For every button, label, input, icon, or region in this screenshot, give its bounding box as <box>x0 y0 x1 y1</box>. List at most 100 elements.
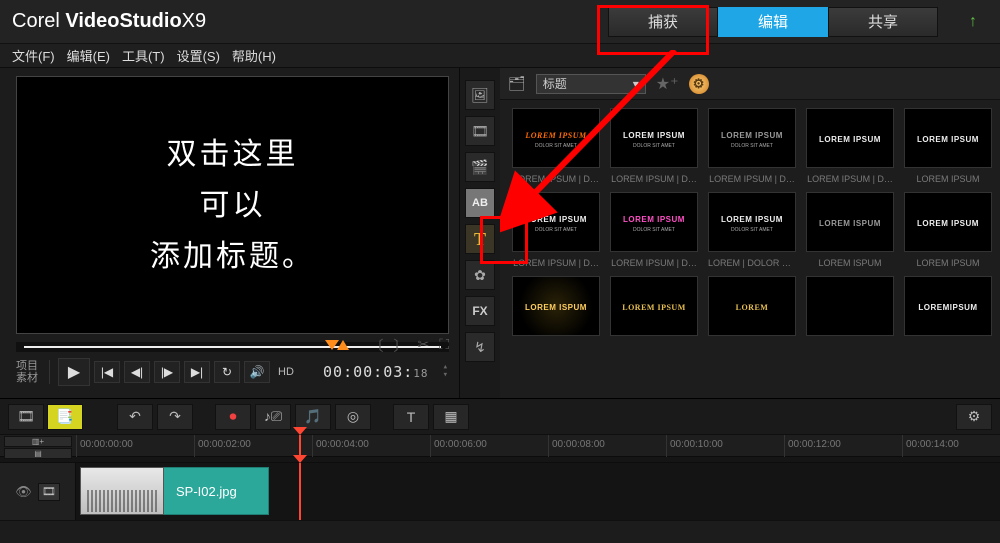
mark-in-icon[interactable]: 〔 <box>369 336 383 356</box>
title-template-caption: LOREM IPSUM <box>904 174 992 184</box>
undo-button[interactable]: ↶ <box>117 404 153 430</box>
title-template-caption: LOREM IPSUM | D… <box>512 258 600 268</box>
menu-file[interactable]: 文件(F) <box>12 46 55 65</box>
tab-edit[interactable]: 编辑 <box>718 7 828 37</box>
next-frame-button[interactable]: |▶ <box>154 361 180 383</box>
play-button[interactable]: ▶ <box>58 358 90 386</box>
preview-scrubber[interactable]: 〔 〕 ✂ ⛶ <box>16 342 449 352</box>
titlebar: Corel VideoStudioX9 捕获 编辑 共享 ↑ <box>0 0 1000 44</box>
menu-edit[interactable]: 编辑(E) <box>67 46 110 65</box>
title-template-thumb[interactable]: LOREM IPSUMDOLOR SIT AMET <box>708 192 796 252</box>
library-category-combo[interactable]: 标题▾ <box>536 74 646 94</box>
title-template-thumb[interactable]: LOREM IPSUM <box>610 276 698 336</box>
playback-controls: 项目 素材 ▶ |◀ ◀| |▶ ▶| ↻ 🔊 HD 00:00:03:18 ▴… <box>16 358 449 386</box>
add-track-button[interactable]: ▥+ <box>4 436 72 447</box>
ruler-mark: 00:00:02:00 <box>194 435 251 457</box>
video-track-header[interactable]: 👁 🎞 <box>0 463 76 520</box>
title-template-thumb[interactable]: LOREM IPSUMDOLOR SIT AMET <box>512 192 600 252</box>
menubar: 文件(F) 编辑(E) 工具(T) 设置(S) 帮助(H) <box>0 44 1000 68</box>
video-track: 👁 🎞 SP-I02.jpg <box>0 463 1000 521</box>
menu-settings[interactable]: 设置(S) <box>177 46 220 65</box>
tab-share[interactable]: 共享 <box>828 7 938 37</box>
repeat-button[interactable]: ↻ <box>214 361 240 383</box>
timeline-settings-button[interactable]: ⚙ <box>956 404 992 430</box>
scrubber-markout[interactable] <box>337 340 349 350</box>
brand-videostudio: VideoStudio <box>65 10 181 32</box>
ruler-mark: 00:00:06:00 <box>430 435 487 457</box>
title-template-thumb[interactable]: LOREM IPSUM <box>806 108 894 168</box>
title-template-thumb[interactable]: LOREM IPSUM <box>904 192 992 252</box>
title-template-thumb[interactable]: LOREM IPSUMDOLOR SIT AMET <box>610 108 698 168</box>
rail-title-icon[interactable]: T <box>465 224 495 254</box>
clip-thumbnail <box>80 467 164 515</box>
preview-monitor[interactable]: 双击这里 可以 添加标题。 <box>16 76 449 334</box>
menu-help[interactable]: 帮助(H) <box>232 46 276 65</box>
volume-button[interactable]: 🔊 <box>244 361 270 383</box>
title-template-thumb[interactable] <box>806 276 894 336</box>
video-track-body[interactable]: SP-I02.jpg <box>76 463 1000 520</box>
gallery-icon[interactable]: 🗂 <box>508 75 526 92</box>
timeline-clip[interactable]: SP-I02.jpg <box>80 467 269 515</box>
title-template-thumb[interactable]: LOREM <box>708 276 796 336</box>
ruler-mark: 00:00:10:00 <box>666 435 723 457</box>
subtitle-button[interactable]: T <box>393 404 429 430</box>
menu-tools[interactable]: 工具(T) <box>122 46 165 65</box>
rail-graphic-icon[interactable]: ✿ <box>465 260 495 290</box>
title-template-thumb[interactable]: LOREM ISPUM <box>512 276 600 336</box>
rail-path-icon[interactable]: ↯ <box>465 332 495 362</box>
title-template-thumb[interactable]: LOREM IPSUM <box>904 108 992 168</box>
multicam-button[interactable]: ▦ <box>433 404 469 430</box>
go-start-button[interactable]: |◀ <box>94 361 120 383</box>
timecode-display[interactable]: 00:00:03:18 ▴▾ <box>323 363 449 381</box>
title-template-thumb[interactable]: LOREM IPSUMDOLOR SIT AMET <box>610 192 698 252</box>
expand-icon[interactable]: ⛶ <box>439 336 449 356</box>
track-visibility-icon[interactable]: 👁 <box>15 484 32 500</box>
title-template-thumb[interactable]: LOREM IPSUMDOLOR SIT AMET <box>512 108 600 168</box>
timeline-ruler[interactable]: 00:00:00:00 00:00:02:00 00:00:04:00 00:00:0… <box>76 435 1000 457</box>
title-template-caption: LOREM IPSUM | D… <box>708 174 796 184</box>
playback-mode[interactable]: 项目 素材 <box>16 360 50 384</box>
storyboard-view-button[interactable]: 🎞 <box>8 404 44 430</box>
tab-capture[interactable]: 捕获 <box>608 7 718 37</box>
title-template-thumb[interactable]: LOREM ISPUM <box>806 192 894 252</box>
rail-instant-icon[interactable]: 🎞 <box>465 116 495 146</box>
title-template-thumb[interactable]: LOREM IPSUMDOLOR SIT AMET <box>708 108 796 168</box>
rail-media-icon[interactable]: 🖼 <box>465 80 495 110</box>
rail-transition-icon[interactable]: AB <box>465 188 495 218</box>
title-template-caption: LOREM IPSUM | D… <box>610 174 698 184</box>
ruler-mark: 00:00:12:00 <box>784 435 841 457</box>
options-gear-icon[interactable]: ⚙ <box>689 74 709 94</box>
record-button[interactable]: ⏺ <box>215 404 251 430</box>
ruler-mark: 00:00:00:00 <box>76 435 133 457</box>
track-manager-button[interactable]: ▤ <box>4 448 72 459</box>
title-template-caption: LOREM ISPUM <box>806 258 894 268</box>
library-thumbnail-grid: LOREM IPSUMDOLOR SIT AMETLOREM IPSUMDOLO… <box>500 100 1000 350</box>
cut-icon[interactable]: ✂ <box>417 336 429 356</box>
audio-mixer-button[interactable]: ♪⎚ <box>255 404 291 430</box>
prev-frame-button[interactable]: ◀| <box>124 361 150 383</box>
go-end-button[interactable]: ▶| <box>184 361 210 383</box>
rail-fx-icon[interactable]: FX <box>465 296 495 326</box>
track-motion-button[interactable]: ◎ <box>335 404 371 430</box>
timeline-view-button[interactable]: 📑 <box>47 404 83 430</box>
upload-icon[interactable]: ↑ <box>958 7 988 37</box>
title-template-thumb[interactable]: LOREMIPSUM <box>904 276 992 336</box>
timeline-playhead[interactable] <box>299 435 301 457</box>
library-toolbar: 🗂 标题▾ ★⁺ ⚙ <box>500 68 1000 100</box>
favorite-icon[interactable]: ★⁺ <box>656 74 679 94</box>
app-brand: Corel VideoStudioX9 <box>12 10 206 33</box>
title-placeholder-text: 双击这里 可以 添加标题。 <box>150 129 315 282</box>
rail-filmstrip-icon[interactable]: 🎬 <box>465 152 495 182</box>
timeline-playhead-track[interactable] <box>299 463 301 520</box>
timeline-toolbar: 🎞 📑 ↶ ↷ ⏺ ♪⎚ 🎵 ◎ T ▦ ⚙ <box>0 399 1000 435</box>
title-template-caption: LOREM IPSUM | D… <box>512 174 600 184</box>
clip-filename: SP-I02.jpg <box>164 467 269 515</box>
title-template-caption: LOREM IPSUM | D… <box>806 174 894 184</box>
redo-button[interactable]: ↷ <box>157 404 193 430</box>
library-rail: 🖼 🎞 🎬 AB T ✿ FX ↯ <box>460 68 500 398</box>
timecode-stepper[interactable]: ▴▾ <box>443 363 449 379</box>
ruler-mark: 00:00:04:00 <box>312 435 369 457</box>
hd-toggle[interactable]: HD <box>274 366 298 378</box>
mark-out-icon[interactable]: 〕 <box>393 336 407 356</box>
track-header-buttons: ▥+ ▤ <box>0 435 76 457</box>
